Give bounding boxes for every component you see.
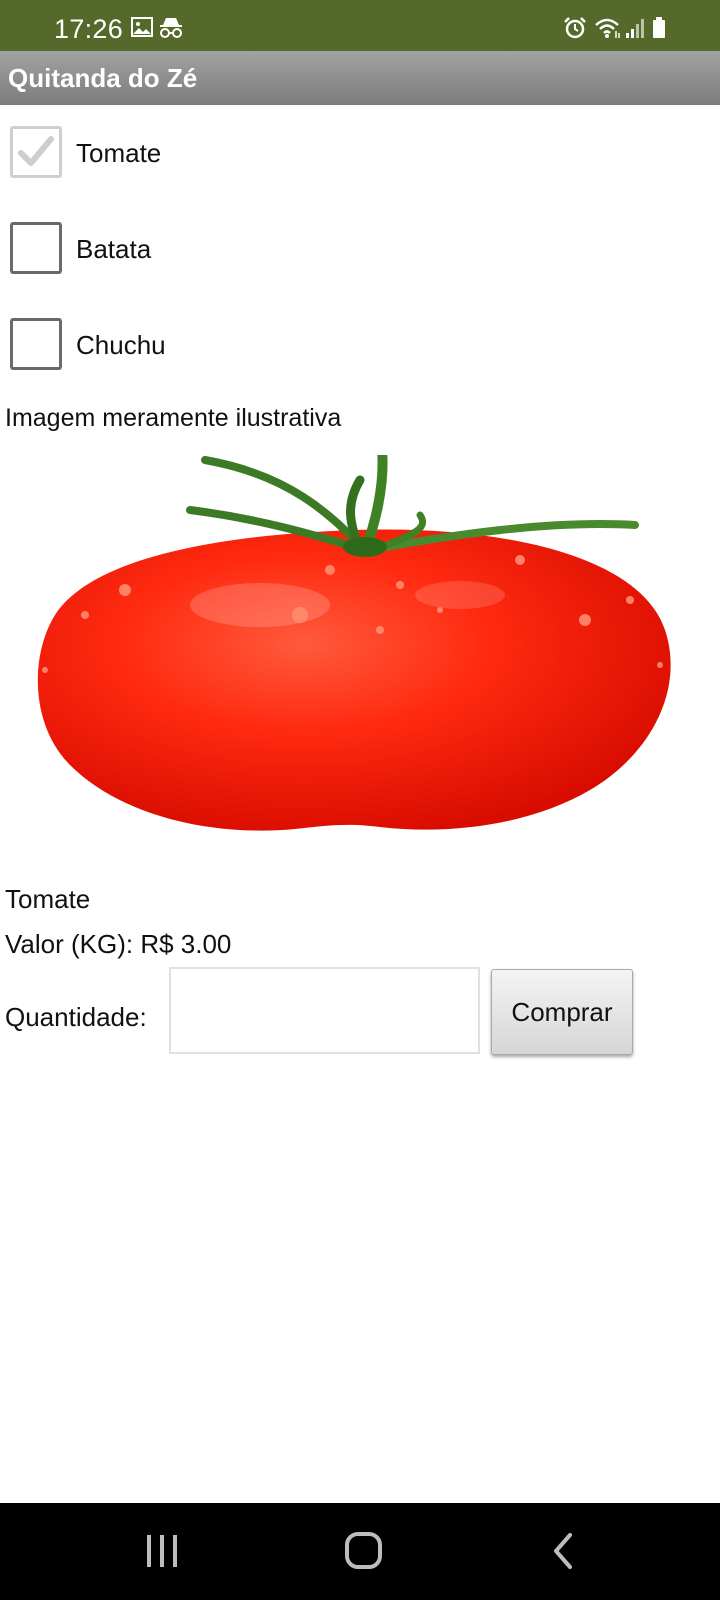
status-time: 17:26 <box>54 14 124 44</box>
recent-apps-icon[interactable] <box>144 1529 180 1573</box>
back-icon[interactable] <box>548 1529 578 1573</box>
checkbox-box[interactable] <box>10 318 62 370</box>
alarm-icon <box>564 17 586 39</box>
checkbox-label: Chuchu <box>76 330 166 360</box>
buy-button[interactable]: Comprar <box>491 969 633 1055</box>
checkbox-box[interactable] <box>10 222 62 274</box>
navigation-bar <box>0 1503 720 1600</box>
checkbox-label: Batata <box>76 234 152 264</box>
image-icon <box>131 17 153 37</box>
battery-icon <box>653 17 665 38</box>
product-name: Tomate <box>5 884 91 914</box>
app-bar: Quitanda do Zé <box>0 51 720 105</box>
app-title: Quitanda do Zé <box>8 63 198 93</box>
tomato-image <box>37 455 671 831</box>
checkbox-chuchu[interactable]: Chuchu <box>10 318 410 376</box>
wifi-icon <box>595 18 620 38</box>
home-icon[interactable] <box>344 1529 384 1573</box>
checkbox-label: Tomate <box>76 138 162 168</box>
image-caption: Imagem meramente ilustrativa <box>5 404 342 432</box>
incognito-icon <box>160 18 182 38</box>
checkbox-box[interactable] <box>10 126 62 178</box>
checkbox-tomate[interactable]: Tomate <box>10 126 410 184</box>
check-icon <box>18 136 54 166</box>
signal-icon <box>626 19 644 38</box>
status-bar: 17:26 <box>0 0 720 51</box>
product-price: Valor (KG): R$ 3.00 <box>5 929 232 959</box>
checkbox-batata[interactable]: Batata <box>10 222 410 280</box>
quantity-label: Quantidade: <box>5 1002 147 1032</box>
quantity-input[interactable] <box>169 967 480 1054</box>
